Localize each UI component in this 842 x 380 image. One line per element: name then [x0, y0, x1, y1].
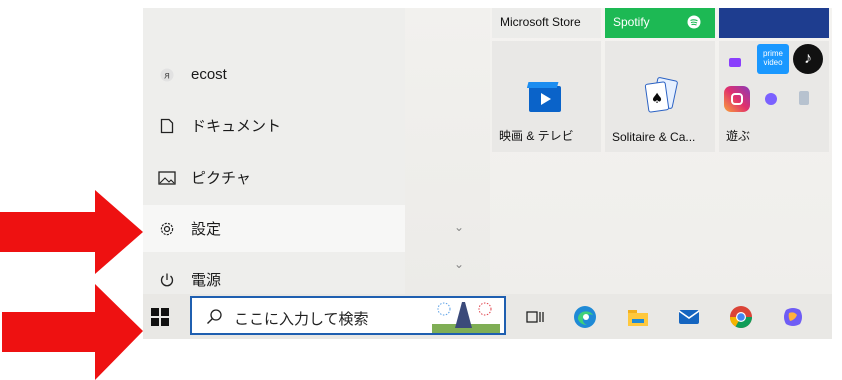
gear-icon — [143, 221, 191, 237]
spotify-icon — [687, 15, 701, 29]
power-icon — [143, 272, 191, 288]
power-label: 電源 — [191, 272, 222, 289]
pictures-icon — [143, 170, 191, 185]
power-item[interactable]: 電源 — [143, 256, 405, 294]
svg-text:♠: ♠ — [651, 91, 664, 107]
prime-video-icon: prime video — [757, 44, 789, 74]
movies-tv-tile[interactable]: 映画 & テレビ — [492, 41, 601, 152]
prime-video-label: prime video — [762, 49, 783, 67]
documents-item[interactable]: ドキュメント — [143, 102, 405, 149]
play-folder-label: 遊ぶ — [726, 129, 751, 143]
copilot-icon[interactable] — [777, 301, 809, 333]
spotify-tile[interactable]: Spotify — [605, 8, 715, 38]
taskbar: ここに入力して検索 — [143, 294, 832, 339]
game-icon — [729, 58, 741, 67]
microsoft-store-tile[interactable]: Microsoft Store — [492, 8, 601, 38]
calculator-icon — [799, 91, 809, 105]
solitaire-icon: ♠ — [644, 77, 678, 113]
search-placeholder: ここに入力して検索 — [234, 311, 369, 328]
task-view-icon[interactable] — [519, 301, 551, 333]
tiles-area: Microsoft Store Spotify 映画 & テレビ ♠ Solit… — [490, 8, 832, 294]
start-menu: ᴙ ecost ドキュメント ピクチャ 設定 電源 ⌄ ⌄ Microsoft … — [143, 8, 832, 294]
solitaire-label: Solitaire & Ca... — [612, 130, 696, 144]
search-box[interactable]: ここに入力して検索 — [190, 296, 506, 335]
app-list-column: ⌄ ⌄ ⌄ — [405, 8, 490, 294]
chevron-down-icon[interactable]: ⌄ — [454, 257, 464, 271]
tiktok-icon: ♪ — [793, 44, 823, 74]
microsoft-store-label: Microsoft Store — [500, 15, 581, 29]
user-icon: ᴙ — [143, 68, 191, 82]
movies-tv-label: 映画 & テレビ — [499, 129, 574, 143]
search-icon — [207, 309, 222, 324]
windows-start-icon[interactable] — [151, 308, 169, 326]
settings-label: 設定 — [191, 221, 222, 238]
annotation-arrow-settings — [0, 190, 143, 274]
eiffel-tower-icon — [432, 302, 500, 333]
messenger-icon — [765, 93, 777, 105]
user-name: ecost — [191, 66, 227, 83]
svg-text:ᴙ: ᴙ — [164, 70, 170, 81]
file-explorer-icon[interactable] — [622, 301, 654, 333]
start-menu-left-column: ᴙ ecost ドキュメント ピクチャ 設定 電源 — [143, 8, 405, 294]
movies-tv-icon — [527, 82, 561, 112]
chrome-icon[interactable] — [725, 301, 757, 333]
chevron-down-icon[interactable]: ⌄ — [454, 220, 464, 234]
settings-item[interactable]: 設定 — [143, 205, 405, 252]
pictures-item[interactable]: ピクチャ — [143, 154, 405, 201]
spotify-label: Spotify — [613, 15, 650, 29]
annotation-arrow-start — [2, 284, 143, 380]
solitaire-tile[interactable]: ♠ Solitaire & Ca... — [605, 41, 715, 152]
document-icon — [143, 118, 191, 134]
documents-label: ドキュメント — [191, 118, 282, 135]
mail-icon[interactable] — [673, 301, 705, 333]
user-account-item[interactable]: ᴙ ecost — [143, 51, 405, 98]
play-folder-tile[interactable]: prime video ♪ 遊ぶ — [719, 41, 829, 152]
instagram-icon — [724, 86, 750, 112]
pictures-label: ピクチャ — [191, 170, 251, 187]
folder-tile-top[interactable] — [719, 8, 829, 38]
edge-icon[interactable] — [569, 301, 601, 333]
